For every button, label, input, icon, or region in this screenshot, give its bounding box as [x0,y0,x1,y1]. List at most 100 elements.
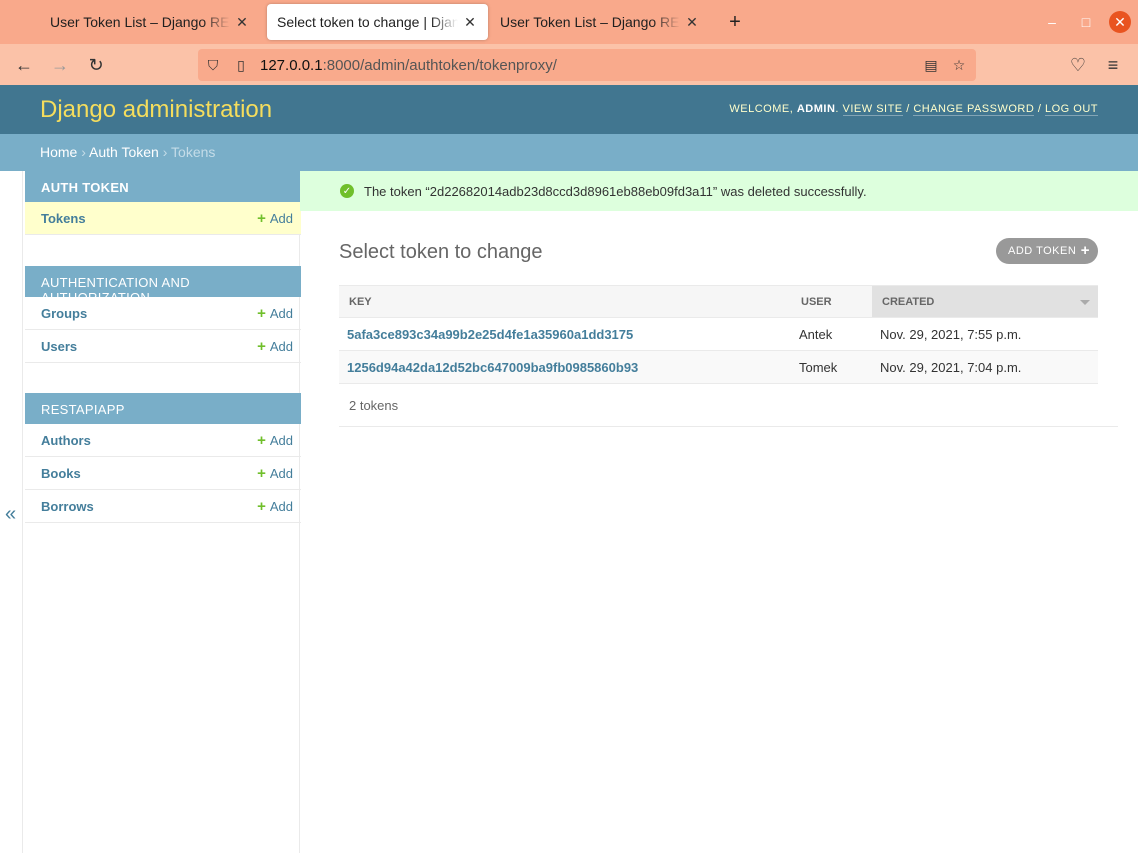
table-row: 5afa3ce893c34a99b2e25d4fe1a35960a1dd3175… [339,317,1098,351]
close-tab-icon[interactable]: ✕ [684,14,700,31]
browser-tab-2[interactable]: Select token to change | Django site adm… [267,4,488,40]
module-authentication: Authentication and Authorization Groups … [25,266,301,363]
plus-icon: + [257,209,266,227]
plus-icon: + [1080,242,1090,259]
plus-icon: + [257,464,266,482]
module-auth-token: Auth Token Tokens + Add [25,171,301,235]
cell-user: Tomek [791,350,872,384]
breadcrumb: Home › Auth Token › Tokens [0,134,1138,171]
reader-view-icon[interactable]: ▤ [922,56,940,74]
token-key-link[interactable]: 5afa3ce893c34a99b2e25d4fe1a35960a1dd3175 [347,327,633,342]
cell-key: 1256d94a42da12d52bc647009ba9fb0985860b93 [339,350,791,384]
model-link[interactable]: Authors [41,433,91,448]
add-link[interactable]: + Add [257,305,293,322]
browser-tab-3[interactable]: User Token List – Django REST framework … [490,4,710,40]
back-icon[interactable]: ← [11,52,37,78]
add-label: Add [269,432,293,448]
cell-created: Nov. 29, 2021, 7:55 p.m. [872,317,1098,351]
model-link[interactable]: Borrows [41,499,94,514]
plus-icon: + [257,304,266,322]
paginator: 2 tokens [339,383,1118,427]
model-link[interactable]: Tokens [41,211,86,226]
breadcrumb-current: Tokens [171,144,216,160]
url-text[interactable]: 127.0.0.1:8000/admin/authtoken/tokenprox… [260,57,557,74]
model-link[interactable]: Groups [41,306,87,321]
url-host: 127.0.0.1 [260,57,323,74]
forward-icon[interactable]: → [47,52,73,78]
site-branding[interactable]: Django administration [40,96,272,124]
sidebar-item-books: Books + Add [25,457,301,490]
module-caption[interactable]: Authentication and Authorization [25,266,301,305]
token-key-link[interactable]: 1256d94a42da12d52bc647009ba9fb0985860b93 [347,360,638,375]
log-out-link[interactable]: Log out [1044,103,1098,116]
welcome-text: Welcome, [729,103,797,115]
sidebar-item-authors: Authors + Add [25,424,301,457]
new-tab-icon[interactable]: + [724,10,746,34]
table-row: 1256d94a42da12d52bc647009ba9fb0985860b93… [339,350,1098,384]
column-header-key[interactable]: Key [339,285,791,318]
plus-icon: + [257,431,266,449]
add-label: Add [269,465,293,481]
sidebar-item-tokens: Tokens + Add [25,202,301,235]
sidebar-toggle[interactable]: « [0,171,22,853]
url-path: :8000/admin/authtoken/tokenproxy/ [322,57,557,74]
add-label: Add [269,498,293,514]
sidebar: Auth Token Tokens + Add Authentication an… [22,171,301,853]
pocket-icon[interactable]: ♡ [1065,52,1091,78]
tab-title: User Token List – Django REST framework [500,14,680,30]
menu-icon[interactable]: ≡ [1100,52,1126,78]
model-link[interactable]: Books [41,466,81,481]
add-label: Add [269,338,293,354]
add-link[interactable]: + Add [257,338,293,355]
add-link[interactable]: + Add [257,498,293,515]
browser-tab-1[interactable]: User Token List – Django REST framework … [40,4,260,40]
minimize-icon[interactable]: – [1041,11,1063,33]
success-message: ✓ The token “2d22682014adb23d8ccd3d8961e… [300,171,1138,211]
success-check-icon: ✓ [340,184,354,198]
reload-icon[interactable]: ↻ [83,52,109,78]
close-tab-icon[interactable]: ✕ [462,14,478,31]
module-caption[interactable]: Restapiapp [25,393,301,424]
results-table: Key User Created 5afa3ce893c34a99b2e25d4… [339,285,1098,384]
tab-title: User Token List – Django REST framework [50,14,230,30]
add-link[interactable]: + Add [257,210,293,227]
module-caption[interactable]: Auth Token [25,171,301,202]
add-link[interactable]: + Add [257,465,293,482]
username: admin [796,103,836,115]
add-link[interactable]: + Add [257,432,293,449]
cell-key: 5afa3ce893c34a99b2e25d4fe1a35960a1dd3175 [339,317,791,351]
module-restapiapp: Restapiapp Authors + Add Books + Add Borro… [25,393,301,523]
column-header-user[interactable]: User [791,285,872,318]
column-header-created[interactable]: Created [872,285,1098,318]
user-tools: Welcome, admin. View site / Change passw… [729,103,1098,116]
page-title: Select token to change [339,241,543,263]
add-token-label: Add token [1008,245,1077,257]
add-label: Add [269,210,293,226]
window-close-icon[interactable]: ✕ [1109,11,1131,33]
column-label: Created [882,295,935,308]
sidebar-item-users: Users + Add [25,330,301,363]
browser-nav-bar: ← → ↻ ⛉ ▯ 127.0.0.1:8000/admin/authtoken… [0,44,1138,85]
admin-header: Django administration Welcome, admin. Vi… [0,85,1138,134]
sort-descending-icon[interactable] [1080,300,1090,305]
cell-created: Nov. 29, 2021, 7:04 p.m. [872,350,1098,384]
sidebar-item-borrows: Borrows + Add [25,490,301,523]
add-token-button[interactable]: Add token + [996,238,1098,264]
page-icon[interactable]: ▯ [232,56,250,74]
tab-title: Select token to change | Django site adm… [277,14,458,30]
change-password-link[interactable]: Change password [913,103,1035,116]
add-label: Add [269,305,293,321]
shield-icon[interactable]: ⛉ [204,56,222,74]
breadcrumb-home[interactable]: Home [40,144,77,160]
model-link[interactable]: Users [41,339,77,354]
bookmark-star-icon[interactable]: ☆ [950,56,968,74]
close-tab-icon[interactable]: ✕ [234,14,250,31]
collapse-sidebar-icon: « [5,503,17,525]
browser-tab-bar: User Token List – Django REST framework … [0,0,1138,44]
message-text: The token “2d22682014adb23d8ccd3d8961eb8… [364,183,867,199]
cell-user: Antek [791,317,872,351]
view-site-link[interactable]: View site [842,103,903,116]
address-bar[interactable]: ⛉ ▯ 127.0.0.1:8000/admin/authtoken/token… [198,49,976,81]
breadcrumb-app[interactable]: Auth Token [89,144,159,160]
maximize-icon[interactable]: □ [1075,11,1097,33]
